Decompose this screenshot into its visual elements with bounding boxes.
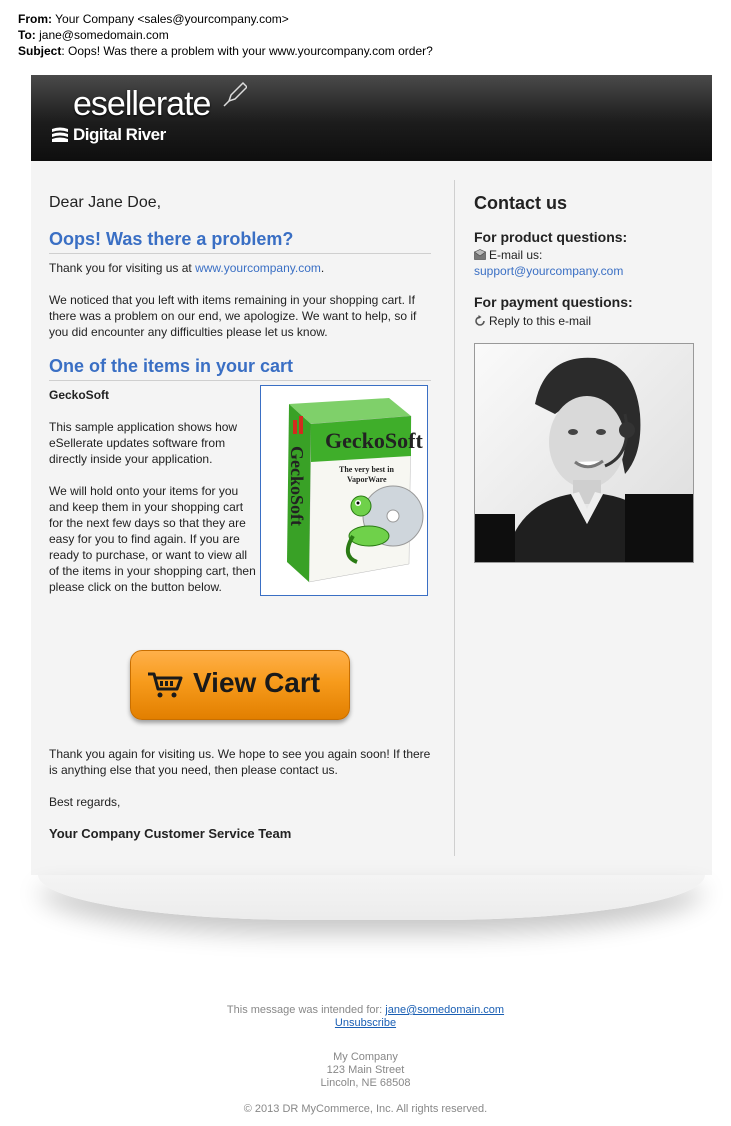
greeting: Dear Jane Doe, (49, 194, 162, 211)
email-us-line: E-mail us: (473, 247, 543, 263)
unsubscribe-line: Unsubscribe (0, 1017, 731, 1030)
copyright: © 2013 DR MyCommerce, Inc. All rights re… (243, 1103, 488, 1115)
digital-river-logo: Digital River (51, 125, 166, 145)
company-name: My Company (333, 1051, 398, 1063)
reply-icon (475, 315, 485, 326)
product-description: This sample application shows how eSelle… (49, 420, 238, 466)
view-cart-label: View Cart (193, 667, 321, 698)
reply-label: Reply to this e-mail (489, 314, 592, 328)
heading-problem: Oops! Was there a problem? (49, 229, 431, 254)
to-value: jane@somedomain.com (39, 28, 169, 42)
support-agent-photo (474, 343, 694, 563)
from-value: Your Company <sales@yourcompany.com> (55, 12, 289, 26)
brand-banner: esellerate Digital River (31, 75, 712, 161)
digital-river-text: Digital River (73, 125, 166, 144)
email-us-label: E-mail us: (489, 248, 543, 262)
reply-line[interactable]: Reply to this e-mail (474, 313, 591, 329)
subject-value: : Oops! Was there a problem with your ww… (61, 44, 433, 58)
product-image[interactable]: GeckoSoft The very best in VaporWare Gec… (260, 385, 428, 596)
contact-title: Contact us (474, 193, 568, 213)
company-city: Lincoln, NE 68508 (320, 1077, 411, 1089)
product-name: GeckoSoft (49, 388, 110, 402)
subject-label: Subject (18, 44, 62, 58)
subject-line: Subject: Oops! Was there a problem with … (18, 44, 433, 58)
to-line: To: jane@somedomain.com (18, 28, 169, 42)
geckosoft-box-image: GeckoSoft The very best in VaporWare Gec… (261, 386, 427, 595)
heading-cart-items: One of the items in your cart (49, 356, 431, 381)
support-email-link[interactable]: support@yourcompany.com (474, 263, 623, 279)
apology-paragraph: We noticed that you left with items rema… (49, 293, 417, 339)
envelope-icon (473, 249, 487, 260)
thanks-prefix: Thank you for visiting us at (49, 261, 196, 275)
regards: Best regards, (49, 795, 121, 809)
from-label: From: (18, 12, 52, 26)
unsubscribe-link[interactable]: Unsubscribe (335, 1017, 396, 1029)
box-tagline-1: The very best in (339, 465, 394, 474)
hold-items-paragraph: We will hold onto your items for you and… (49, 484, 256, 594)
agent-image (475, 344, 693, 562)
product-questions-heading: For product questions: (474, 229, 628, 245)
box-brand: GeckoSoft (325, 428, 423, 453)
thanks-line: Thank you for visiting us at www.yourcom… (49, 260, 434, 276)
esellerate-logo: esellerate (73, 85, 211, 123)
rocket-icon (223, 81, 247, 107)
intended-email-link[interactable]: jane@somedomain.com (385, 1004, 504, 1016)
to-label: To: (18, 28, 36, 42)
company-street: 123 Main Street (326, 1064, 405, 1076)
view-cart-button[interactable]: View Cart (130, 650, 350, 720)
column-divider (454, 180, 455, 856)
website-link[interactable]: www.yourcompany.com (195, 261, 321, 275)
box-tagline-2: VaporWare (347, 475, 387, 484)
shopping-cart-icon (148, 672, 183, 698)
digital-river-icon (52, 127, 68, 142)
intended-prefix: This message was intended for: (226, 1004, 386, 1016)
thanks-suffix: . (320, 261, 325, 275)
payment-questions-heading: For payment questions: (474, 294, 633, 310)
closing-paragraph: Thank you again for visiting us. We hope… (49, 747, 431, 777)
from-line: From: Your Company <sales@yourcompany.co… (18, 12, 289, 26)
intended-line: This message was intended for: jane@some… (0, 1004, 731, 1017)
svg-text:GeckoSoft: GeckoSoft (287, 446, 307, 526)
signature: Your Company Customer Service Team (49, 826, 292, 841)
card-shadow (38, 875, 705, 920)
